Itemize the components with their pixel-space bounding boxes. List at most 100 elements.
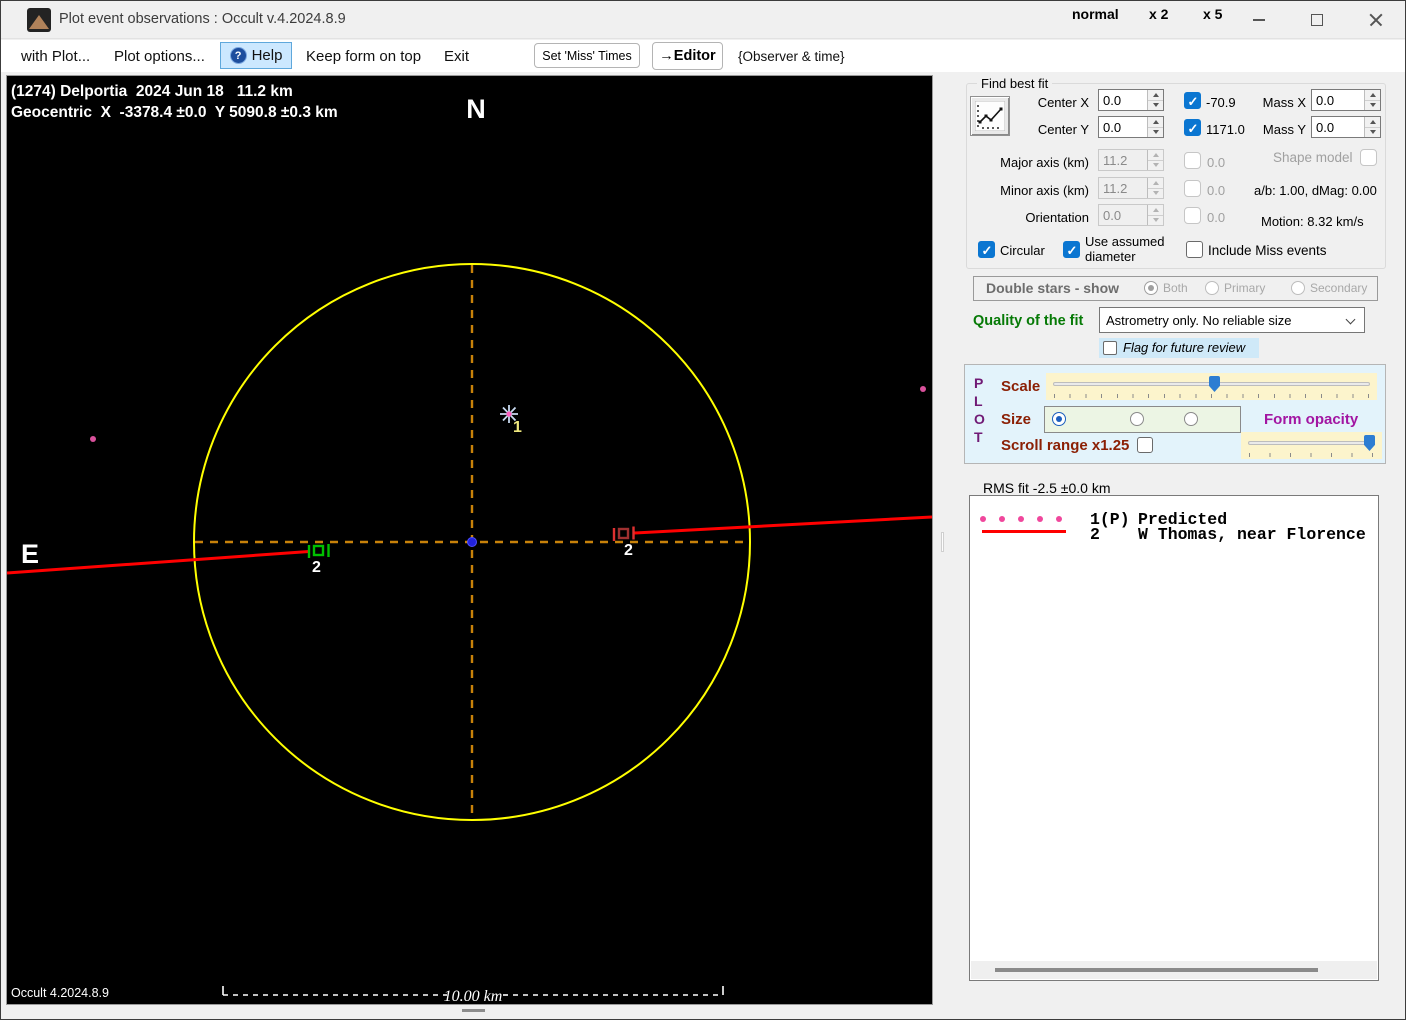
scale-slider-ticks: [1054, 394, 1371, 398]
menu-help[interactable]: ? Help: [220, 42, 292, 69]
mass-x-down[interactable]: [1365, 99, 1380, 110]
fit-major-checkbox[interactable]: [1184, 152, 1201, 169]
double-stars-both-label: Both: [1163, 281, 1188, 295]
plot-version-label: Occult 4.2024.8.9: [11, 986, 109, 1000]
fit-orientation-checkbox[interactable]: [1184, 207, 1201, 224]
flag-review-checkbox[interactable]: [1103, 341, 1117, 355]
major-axis-spinner[interactable]: [1098, 149, 1164, 171]
plot-panel-letter-l: L: [974, 393, 983, 409]
orientation-spinner[interactable]: [1098, 204, 1164, 226]
mass-x-label: Mass X: [1262, 95, 1306, 110]
center-y-input[interactable]: [1099, 117, 1147, 137]
mass-x-up[interactable]: [1365, 90, 1380, 100]
include-miss-events-label: Include Miss events: [1208, 243, 1327, 258]
form-opacity-track[interactable]: [1248, 441, 1375, 445]
double-stars-both-radio[interactable]: [1144, 281, 1158, 295]
double-stars-primary-label: Primary: [1224, 281, 1266, 295]
minimize-icon: [1253, 19, 1265, 21]
fit-y-checkbox[interactable]: [1184, 119, 1201, 137]
size-normal-radio[interactable]: [1052, 412, 1066, 426]
size-x5-label: x 5: [1203, 6, 1223, 22]
plot-header-line2: Geocentric X -3378.4 ±0.0 Y 5090.8 ±0.3 …: [11, 104, 338, 121]
north-label: N: [466, 94, 486, 124]
center-dot: [467, 537, 477, 547]
double-stars-secondary-radio[interactable]: [1291, 281, 1305, 295]
form-opacity-thumb[interactable]: [1364, 435, 1375, 451]
major-axis-input[interactable]: [1099, 150, 1147, 170]
menu-keep-on-top[interactable]: Keep form on top: [302, 40, 425, 72]
help-icon: ?: [229, 47, 247, 64]
maximize-button[interactable]: [1294, 1, 1340, 39]
close-button[interactable]: [1353, 1, 1399, 39]
rms-fit-label: RMS fit -2.5 ±0.0 km: [983, 480, 1111, 496]
scale-slider[interactable]: [1046, 373, 1377, 400]
observer-time-label: {Observer & time}: [738, 48, 845, 64]
form-opacity-label: Form opacity: [1264, 411, 1359, 428]
center-y-up[interactable]: [1148, 117, 1163, 127]
center-y-label: Center Y: [1037, 122, 1089, 137]
quality-of-fit-label: Quality of the fit: [973, 313, 1084, 329]
size-x5-radio[interactable]: [1184, 412, 1198, 426]
scale-bar-label: 10.00 km: [444, 988, 503, 1004]
double-stars-primary-radio[interactable]: [1205, 281, 1219, 295]
circular-checkbox[interactable]: [978, 241, 995, 259]
shape-model-label: Shape model: [1273, 150, 1353, 165]
form-opacity-slider[interactable]: [1241, 432, 1382, 459]
find-best-fit-title: Find best fit: [977, 76, 1053, 91]
chevron-down-icon: [1345, 314, 1356, 325]
menu-bar: with Plot... Plot options... ? Help Keep…: [1, 40, 1405, 72]
include-miss-events-checkbox[interactable]: [1186, 241, 1203, 258]
observer-legend-list[interactable]: 1(P) Predicted 2 W Thomas, near Florence: [969, 495, 1379, 981]
close-icon: [1369, 13, 1383, 27]
fit-x-checkbox[interactable]: [1184, 92, 1201, 110]
scroll-range-checkbox[interactable]: [1137, 437, 1153, 453]
fit-minor-checkbox[interactable]: [1184, 180, 1201, 197]
quality-of-fit-value: Astrometry only. No reliable size: [1106, 312, 1292, 328]
quality-of-fit-dropdown[interactable]: Astrometry only. No reliable size: [1099, 307, 1365, 333]
minor-axis-input[interactable]: [1099, 178, 1147, 198]
chord-left-number: 2: [312, 559, 321, 576]
app-window: Plot event observations : Occult v.4.202…: [0, 0, 1406, 1020]
minor-axis-label: Minor axis (km): [1000, 183, 1089, 198]
set-miss-times-button[interactable]: Set 'Miss' Times: [534, 43, 640, 68]
plot-canvas[interactable]: (1274) Delportia 2024 Jun 18 11.2 km Geo…: [6, 75, 933, 1005]
minimize-button[interactable]: [1236, 1, 1282, 39]
menu-help-label: Help: [251, 47, 283, 64]
mass-x-spinner[interactable]: [1311, 89, 1381, 111]
center-x-down[interactable]: [1148, 99, 1163, 110]
mass-x-input[interactable]: [1312, 90, 1364, 110]
mass-y-input[interactable]: [1312, 117, 1364, 137]
fit-major-value: 0.0: [1207, 155, 1226, 170]
fit-minor-value: 0.0: [1207, 183, 1226, 198]
menu-plot-options[interactable]: Plot options...: [110, 40, 209, 72]
center-y-spinner[interactable]: [1098, 116, 1164, 138]
legend-chord-sample: [982, 530, 1066, 533]
mass-y-up[interactable]: [1365, 117, 1380, 127]
center-x-input[interactable]: [1099, 90, 1147, 110]
scale-label: Scale: [1001, 378, 1041, 395]
legend-scrollbar-thumb[interactable]: [995, 968, 1318, 972]
scale-slider-thumb[interactable]: [1209, 376, 1220, 392]
menu-exit[interactable]: Exit: [440, 40, 473, 72]
menu-with-plot[interactable]: with Plot...: [17, 40, 94, 72]
shape-model-checkbox[interactable]: [1360, 149, 1377, 166]
minor-axis-spinner[interactable]: [1098, 177, 1164, 199]
predicted-dot-left: [90, 436, 96, 442]
use-assumed-diameter-checkbox[interactable]: [1063, 241, 1080, 259]
predicted-dot-right: [920, 386, 926, 392]
center-y-down[interactable]: [1148, 126, 1163, 137]
fit-orientation-value: 0.0: [1207, 210, 1226, 225]
center-x-spinner[interactable]: [1098, 89, 1164, 111]
orientation-input[interactable]: [1099, 205, 1147, 225]
mass-y-spinner[interactable]: [1311, 116, 1381, 138]
size-x2-radio[interactable]: [1130, 412, 1144, 426]
mass-y-label: Mass Y: [1262, 122, 1306, 137]
center-x-up[interactable]: [1148, 90, 1163, 100]
legend-scrollbar[interactable]: [971, 961, 1377, 979]
legend-row2-name: W Thomas, near Florence: [1138, 525, 1366, 544]
editor-button[interactable]: →Editor: [652, 42, 723, 70]
splitter-handle[interactable]: [941, 532, 944, 552]
flag-review-row: Flag for future review: [1099, 338, 1259, 358]
plot-scrollbar-thumb[interactable]: [462, 1009, 485, 1012]
mass-y-down[interactable]: [1365, 126, 1380, 137]
